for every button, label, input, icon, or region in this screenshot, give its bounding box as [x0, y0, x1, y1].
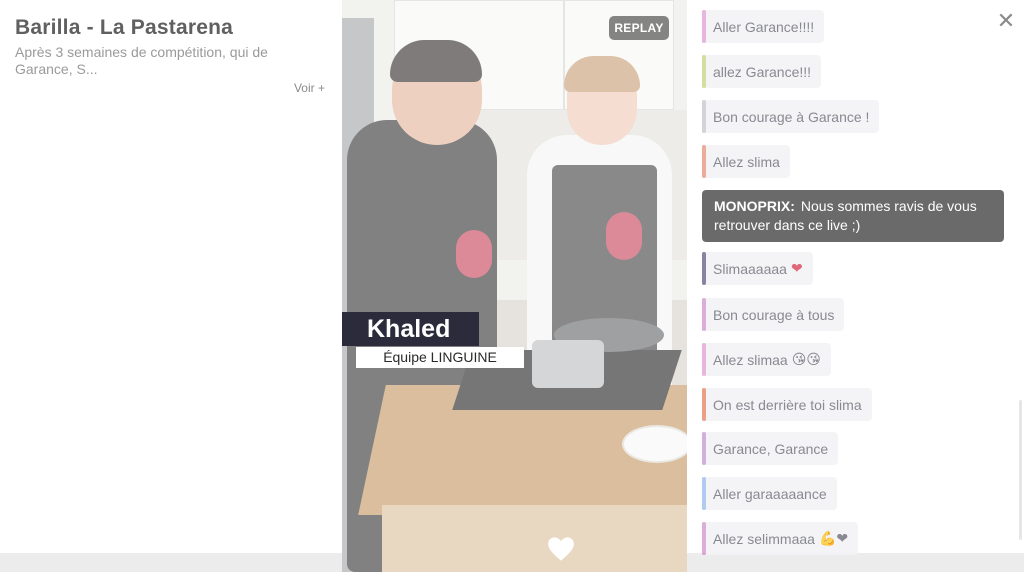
- kiss-emoji-icon: 😘😘: [791, 351, 821, 367]
- sponsor-message: MONOPRIX: Nous sommes ravis de vous retro…: [702, 190, 1004, 242]
- chat-message-text: Slimaaaaaa: [713, 260, 787, 277]
- chat-message: Allez selimmaaa 💪❤: [702, 522, 859, 555]
- chat-message-text: allez Garance!!!: [713, 63, 812, 80]
- chat-message: Allez slima: [702, 145, 790, 178]
- chat-message-text: Allez selimmaaa: [713, 530, 815, 547]
- close-icon: ✕: [996, 8, 1016, 33]
- heart-icon[interactable]: [547, 536, 575, 562]
- chat-message-text: Aller Garance!!!!: [713, 18, 815, 35]
- chat-message: On est derrière toi slima: [702, 388, 872, 421]
- chat-scrollbar[interactable]: [1019, 400, 1022, 540]
- chat-message: Bon courage à Garance !: [702, 100, 880, 133]
- chat-message: Bon courage à tous: [702, 298, 845, 331]
- event-description: Après 3 semaines de compétition, qui de …: [15, 44, 268, 77]
- see-more-link[interactable]: Voir +: [294, 81, 325, 95]
- chat-message: Aller Garance!!!!: [702, 10, 825, 43]
- chat-message: allez Garance!!!: [702, 55, 822, 88]
- speaker-name: Khaled: [342, 312, 479, 346]
- chat-message: Slimaaaaaa ❤: [702, 252, 813, 285]
- sponsor-name: MONOPRIX:: [714, 198, 795, 214]
- video-player[interactable]: REPLAY Khaled Équipe LINGUINE: [342, 0, 687, 572]
- heart-emoji-icon: ❤: [790, 260, 803, 276]
- chat-message: Aller garaaaaance: [702, 477, 837, 510]
- chat-message-text: Allez slima: [713, 153, 780, 170]
- event-title: Barilla - La Pastarena: [15, 16, 233, 39]
- chat-message-text: On est derrière toi slima: [713, 396, 862, 413]
- chat-panel: Aller Garance!!!! allez Garance!!! Bon c…: [687, 0, 1024, 555]
- speaker-team: Équipe LINGUINE: [356, 347, 524, 368]
- close-button[interactable]: ✕: [989, 4, 1023, 38]
- chat-message-text: Aller garaaaaance: [713, 485, 827, 502]
- muscle-heart-emoji-icon: 💪❤: [818, 530, 849, 546]
- event-info-panel: Barilla - La Pastarena Après 3 semaines …: [0, 0, 342, 553]
- replay-badge: REPLAY: [609, 16, 669, 40]
- chat-message: Allez slimaa 😘😘: [702, 343, 831, 376]
- chat-message-text: Bon courage à tous: [713, 306, 835, 323]
- chat-message-text: Garance, Garance: [713, 440, 829, 457]
- chat-message: Garance, Garance: [702, 432, 839, 465]
- chat-message-text: Bon courage à Garance !: [713, 108, 870, 125]
- chat-message-text: Allez slimaa: [713, 351, 788, 368]
